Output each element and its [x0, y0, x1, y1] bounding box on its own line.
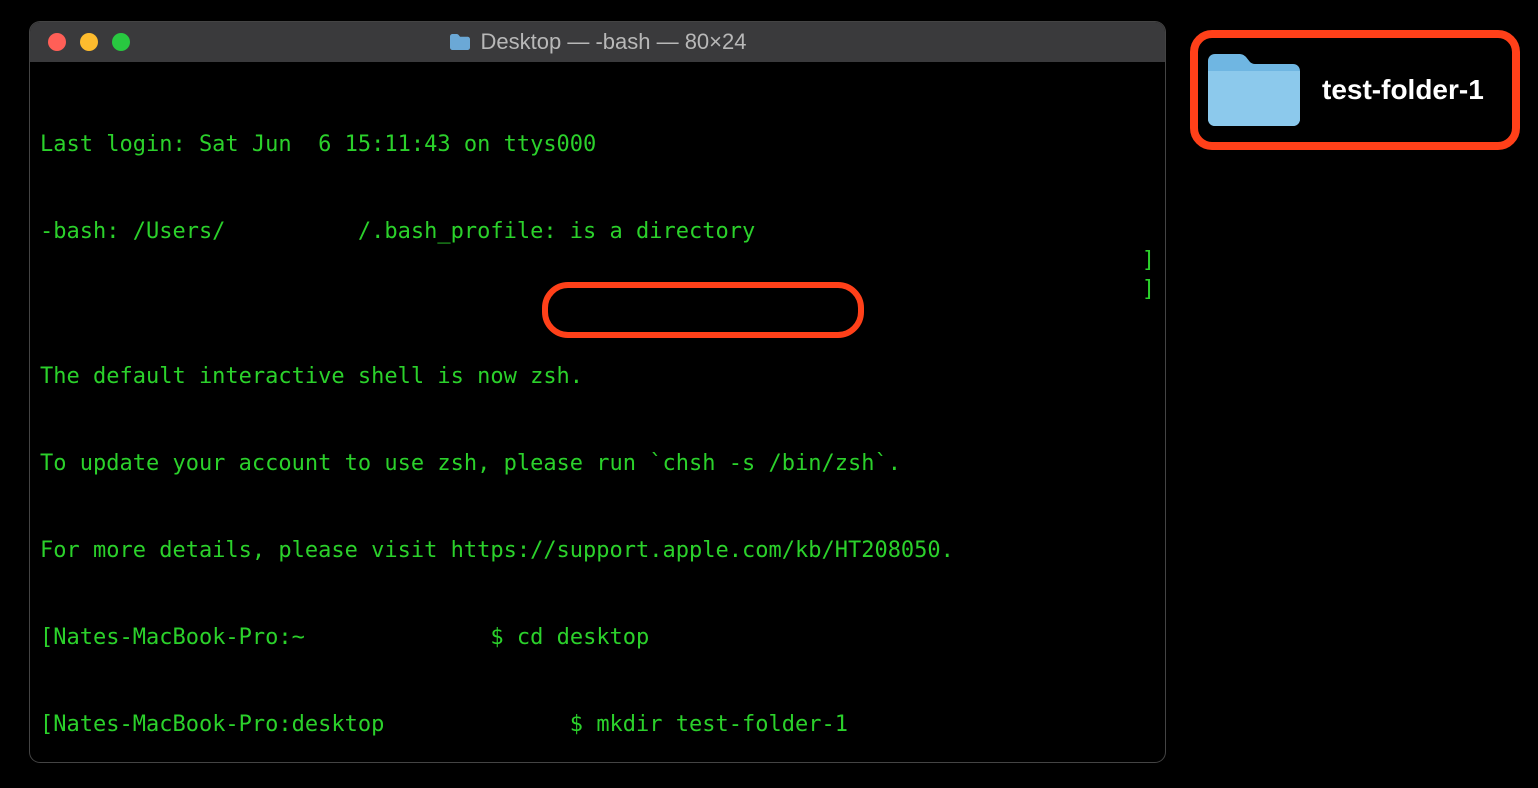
terminal-body[interactable]: Last login: Sat Jun 6 15:11:43 on ttys00…: [30, 62, 1165, 762]
traffic-lights: [30, 33, 130, 51]
close-icon[interactable]: [48, 33, 66, 51]
title-bar[interactable]: Desktop — -bash — 80×24: [30, 22, 1165, 62]
annotation-highlight: [542, 282, 864, 338]
terminal-line: The default interactive shell is now zsh…: [40, 362, 1155, 391]
terminal-window[interactable]: Desktop — -bash — 80×24 Last login: Sat …: [30, 22, 1165, 762]
terminal-line: To update your account to use zsh, pleas…: [40, 449, 1155, 478]
desktop-folder-label: test-folder-1: [1322, 74, 1484, 106]
minimize-icon[interactable]: [80, 33, 98, 51]
prompt-host: Nates-MacBook-Pro:desktop $: [53, 712, 596, 737]
folder-icon: [449, 33, 471, 51]
prompt-command: mkdir test-folder-1: [596, 712, 848, 737]
terminal-prompt-line: [Nates-MacBook-Pro:desktop $ mkdir test-…: [40, 710, 1155, 739]
terminal-line: -bash: /Users/ /.bash_profile: is a dire…: [40, 217, 1155, 246]
prompt-close-bracket: ]: [1142, 275, 1155, 304]
window-title: Desktop — -bash — 80×24: [481, 29, 747, 55]
folder-icon[interactable]: [1204, 51, 1304, 129]
window-title-group: Desktop — -bash — 80×24: [449, 29, 747, 55]
terminal-line: Last login: Sat Jun 6 15:11:43 on ttys00…: [40, 130, 1155, 159]
terminal-line: For more details, please visit https://s…: [40, 536, 1155, 565]
prompt-host: Nates-MacBook-Pro:~ $: [53, 625, 517, 650]
prompt-close-bracket: ]: [1142, 246, 1155, 275]
prompt-command: cd desktop: [517, 625, 649, 650]
zoom-icon[interactable]: [112, 33, 130, 51]
terminal-prompt-line: [Nates-MacBook-Pro:~ $ cd desktop: [40, 623, 1155, 652]
desktop-folder-callout: test-folder-1: [1190, 30, 1520, 150]
